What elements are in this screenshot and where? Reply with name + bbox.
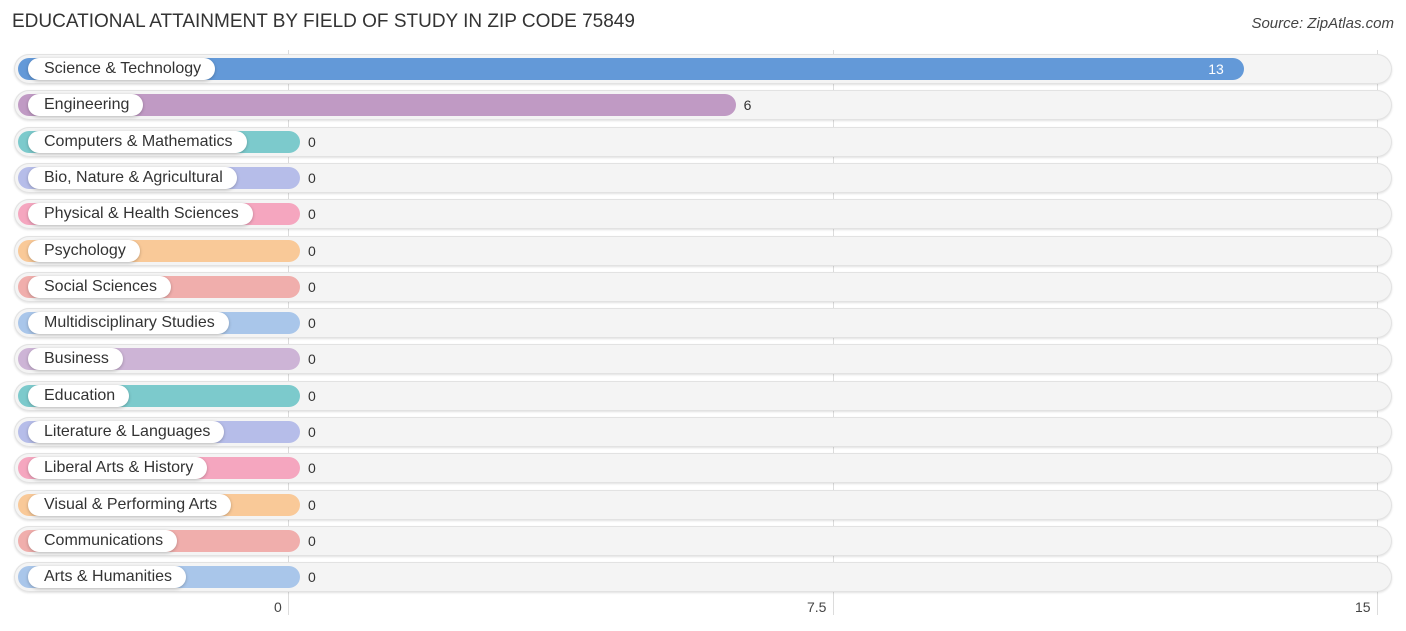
value-label: 0 [308, 460, 316, 477]
category-label: Engineering [28, 94, 144, 117]
value-label: 0 [308, 315, 316, 332]
category-label: Business [28, 348, 123, 371]
value-label: 13 [1208, 61, 1224, 77]
category-label: Social Sciences [28, 275, 171, 298]
value-label: 0 [308, 169, 316, 186]
value-label: 0 [308, 532, 316, 549]
category-label: Multidisciplinary Studies [28, 312, 229, 335]
bar-chart: 0 7.5 15 Science & Technology 13 Engineering 6… [0, 0, 1406, 631]
category-label: Liberal Arts & History [28, 457, 208, 480]
category-label: Communications [28, 529, 178, 552]
category-label: Physical & Health Sciences [28, 203, 253, 226]
value-label: 6 [743, 97, 752, 114]
x-tick-label: 7.5 [807, 599, 827, 615]
value-label: 0 [308, 496, 316, 513]
value-label: 0 [308, 133, 316, 150]
value-label: 0 [308, 569, 316, 586]
category-label: Arts & Humanities [28, 566, 187, 589]
category-label: Education [28, 384, 130, 407]
value-label: 0 [308, 424, 316, 440]
value-label: 0 [308, 351, 316, 368]
value-label: 0 [308, 206, 316, 223]
category-label: Psychology [28, 239, 140, 262]
value-label: 0 [308, 278, 316, 295]
value-label: 0 [308, 242, 316, 259]
x-tick-label: 15 [1355, 599, 1371, 615]
category-label: Computers & Mathematics [28, 130, 247, 153]
x-tick-label: 0 [274, 599, 282, 615]
category-label: Bio, Nature & Agricultural [28, 166, 237, 189]
category-label: Literature & Languages [28, 421, 225, 443]
category-label: Visual & Performing Arts [28, 493, 232, 516]
category-label: Science & Technology [28, 58, 216, 80]
value-label: 0 [308, 387, 316, 404]
